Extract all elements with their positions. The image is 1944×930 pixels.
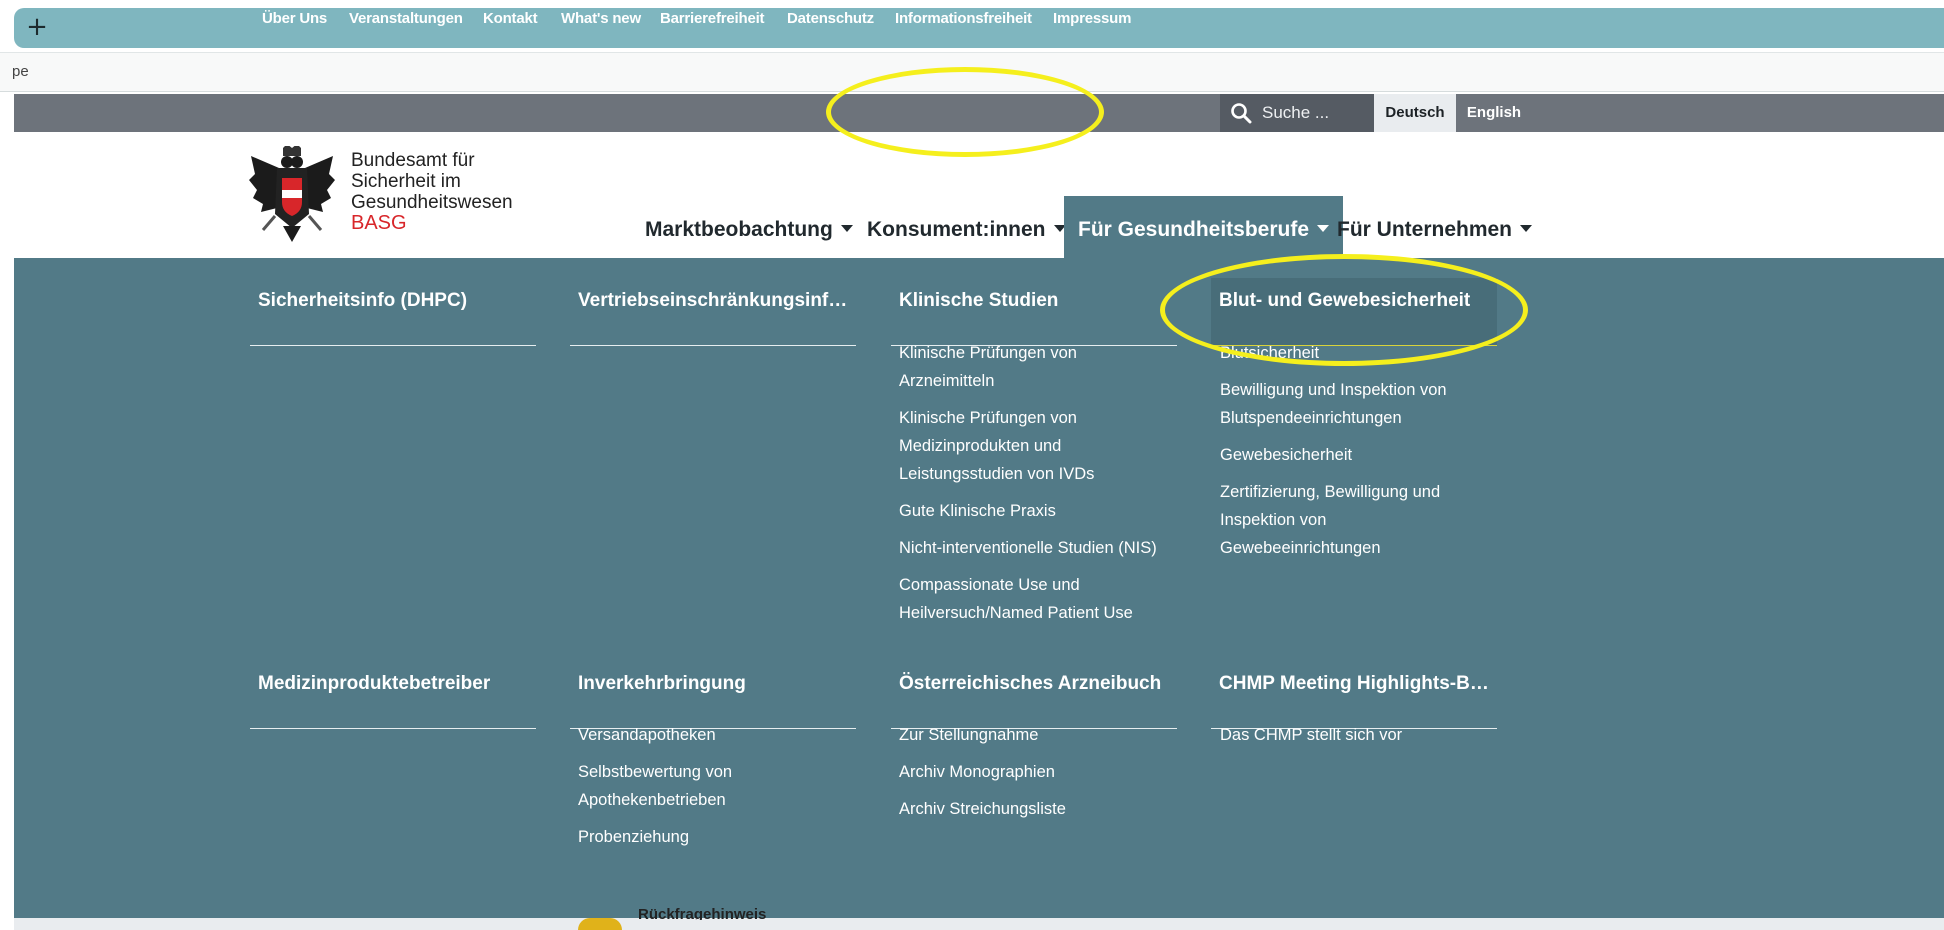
menu-item-bewilligung-blutspendeeinrichtungen[interactable]: Bewilligung und Inspektion von Blutspend…	[1220, 376, 1470, 432]
toplink-datenschutz[interactable]: Datenschutz	[787, 0, 874, 38]
menu-item-klinische-pruefungen-arzneimittel[interactable]: Klinische Prüfungen von Arzneimitteln	[899, 339, 1099, 395]
rueckfragehinweis-label: Rückfragehinweis	[638, 906, 767, 920]
menu-item-zur-stellungnahme[interactable]: Zur Stellungnahme	[899, 721, 1199, 749]
chevron-down-icon	[840, 224, 853, 232]
menu-heading-sicherheitsinfo[interactable]: Sicherheitsinfo (DHPC)	[250, 278, 536, 346]
new-tab-button[interactable]: +	[22, 13, 52, 43]
menu-item-compassionate-use[interactable]: Compassionate Use und Heilversuch/Named …	[899, 571, 1149, 627]
menu-item-archiv-streichungsliste[interactable]: Archiv Streichungsliste	[899, 795, 1199, 823]
page-content-peek	[14, 918, 1944, 930]
brand-line-3: Gesundheitswesen	[351, 192, 513, 213]
nav-marktbeobachtung-label: Marktbeobachtung	[645, 218, 833, 241]
toplink-whats-new[interactable]: What's new	[561, 0, 641, 38]
menu-item-nicht-interventionelle-studien[interactable]: Nicht-interventionelle Studien (NIS)	[899, 534, 1199, 562]
toplink-impressum[interactable]: Impressum	[1053, 0, 1131, 38]
annotation-ellipse-blut-und-gewebesicherheit	[1160, 254, 1528, 366]
menu-heading-medizinproduktebetreiber[interactable]: Medizinproduktebetreiber	[250, 661, 536, 729]
menu-heading-vertriebseinschraenkungsinfo[interactable]: Vertriebseinschränkungsinfo (...	[570, 278, 856, 346]
toplink-veranstaltungen[interactable]: Veranstaltungen	[349, 0, 463, 38]
menu-item-das-chmp-stellt-sich-vor[interactable]: Das CHMP stellt sich vor	[1220, 721, 1520, 749]
menu-item-gewebesicherheit[interactable]: Gewebesicherheit	[1220, 441, 1520, 469]
menu-list-oesterreichisches-arzneibuch: Zur Stellungnahme Archiv Monographien Ar…	[899, 721, 1199, 832]
menu-item-versandapotheken[interactable]: Versandapotheken	[578, 721, 878, 749]
search-icon	[1231, 103, 1252, 124]
menu-item-probenziehung[interactable]: Probenziehung	[578, 823, 878, 851]
search-placeholder: Suche ...	[1262, 103, 1330, 122]
nav-konsumentinnen-label: Konsument:innen	[867, 218, 1046, 241]
nav-fuer-gesundheitsberufe[interactable]: Für Gesundheitsberufe	[1064, 196, 1344, 258]
nav-konsumentinnen[interactable]: Konsument:innen	[867, 196, 1066, 258]
menu-heading-inverkehrbringung[interactable]: Inverkehrbringung	[570, 661, 856, 729]
menu-item-gute-klinische-praxis[interactable]: Gute Klinische Praxis	[899, 497, 1199, 525]
brand-name[interactable]: Bundesamt für Sicherheit im Gesundheitsw…	[351, 150, 513, 234]
toplink-ueber-uns[interactable]: Über Uns	[262, 0, 327, 38]
menu-list-blut-und-gewebesicherheit: Blutsicherheit Bewilligung und Inspektio…	[1220, 339, 1520, 571]
chevron-down-icon	[1317, 224, 1330, 232]
menu-item-archiv-monographien[interactable]: Archiv Monographien	[899, 758, 1199, 786]
toplink-informationsfreiheit[interactable]: Informationsfreiheit	[895, 0, 1032, 38]
brand-abbreviation: BASG	[351, 212, 407, 234]
mail-icon	[578, 918, 622, 930]
toplink-barrierefreiheit[interactable]: Barrierefreiheit	[660, 0, 765, 38]
brand-line-1: Bundesamt für	[351, 150, 475, 171]
language-english[interactable]: English	[1456, 94, 1532, 132]
menu-item-klinische-pruefungen-medizinprodukte[interactable]: Klinische Prüfungen von Medizinprodukten…	[899, 404, 1109, 488]
brand-line-2: Sicherheit im	[351, 171, 461, 192]
nav-fuer-gesundheitsberufe-label: Für Gesundheitsberufe	[1078, 218, 1310, 241]
browser-window: + pe Über Uns Veranstaltungen Kontakt Wh…	[0, 0, 1944, 930]
menu-item-zertifizierung-gewebeeinrichtungen[interactable]: Zertifizierung, Bewilligung und Inspekti…	[1220, 478, 1450, 562]
annotation-ellipse-informationsfreiheit	[826, 67, 1104, 157]
language-deutsch[interactable]: Deutsch	[1374, 94, 1456, 132]
menu-heading-chmp-meeting-highlights[interactable]: CHMP Meeting Highlights-BA...	[1211, 661, 1497, 729]
toplink-kontakt[interactable]: Kontakt	[483, 0, 538, 38]
nav-marktbeobachtung[interactable]: Marktbeobachtung	[645, 196, 853, 258]
menu-list-chmp-meeting-highlights: Das CHMP stellt sich vor	[1220, 721, 1520, 758]
menu-item-selbstbewertung-apothekenbetrieben[interactable]: Selbstbewertung von Apothekenbetrieben	[578, 758, 758, 814]
menu-heading-klinische-studien[interactable]: Klinische Studien	[891, 278, 1177, 346]
menu-list-inverkehrbringung: Versandapotheken Selbstbewertung von Apo…	[578, 721, 878, 860]
search-box[interactable]: Suche ...	[1220, 94, 1374, 132]
menu-heading-oesterreichisches-arzneibuch[interactable]: Österreichisches Arzneibuch	[891, 661, 1177, 729]
chevron-down-icon	[1520, 224, 1533, 232]
nav-fuer-unternehmen-label: Für Unternehmen	[1337, 218, 1513, 241]
austrian-eagle-logo[interactable]	[249, 146, 335, 244]
address-text: pe	[12, 63, 29, 80]
nav-fuer-unternehmen[interactable]: Für Unternehmen	[1337, 196, 1533, 258]
menu-list-klinische-studien: Klinische Prüfungen von Arzneimitteln Kl…	[899, 339, 1199, 636]
